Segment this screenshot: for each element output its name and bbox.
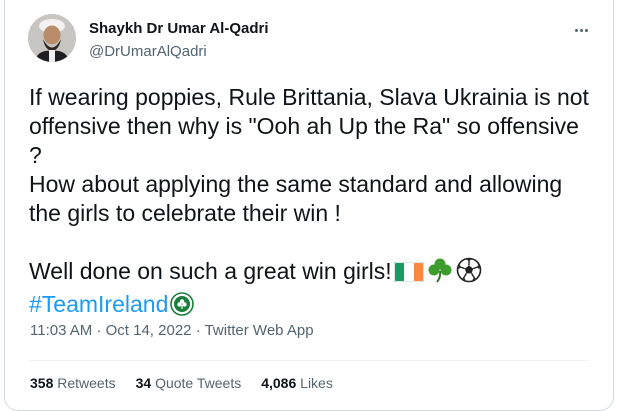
likes-count: 4,086	[261, 375, 297, 391]
meta-separator: ·	[195, 322, 201, 339]
likes-label: Likes	[300, 375, 333, 391]
meta-separator: ·	[96, 322, 102, 339]
tweet-date[interactable]: Oct 14, 2022	[106, 322, 192, 339]
shamrock-icon	[426, 257, 454, 290]
tweet-time[interactable]: 11:03 AM	[30, 322, 92, 339]
divider	[29, 360, 589, 361]
retweets-count: 358	[30, 375, 54, 391]
irish-flag-icon	[393, 261, 424, 290]
likes-stat[interactable]: 4,086 Likes	[261, 375, 333, 391]
tweet-line: #TeamIreland	[29, 290, 599, 323]
tweet-text: If wearing poppies, Rule Brittania, Slav…	[29, 83, 599, 323]
tweet-source[interactable]: Twitter Web App	[205, 322, 314, 339]
quote-tweets-count: 34	[135, 375, 152, 391]
tweet-line: If wearing poppies, Rule Brittania, Slav…	[29, 84, 589, 110]
tweet-line: the girls to celebrate their win !	[29, 200, 341, 226]
tweet-card: Shaykh Dr Umar Al-Qadri @DrUmarAlQadri I…	[4, 0, 614, 411]
tweet-line: offensive then why is "Ooh ah Up the Ra"…	[29, 113, 579, 139]
tweet-line: ?	[29, 142, 42, 168]
quote-tweets-stat[interactable]: 34 Quote Tweets	[136, 375, 242, 391]
retweets-stat[interactable]: 358 Retweets	[30, 375, 116, 391]
team-ireland-badge-icon	[170, 292, 195, 323]
avatar-image	[28, 14, 76, 62]
more-options-icon[interactable]	[571, 22, 591, 38]
retweets-label: Retweets	[57, 375, 116, 391]
tweet-line: Well done on such a great win girls!	[29, 258, 392, 284]
tweet-line-with-emojis: Well done on such a great win girls!	[29, 257, 599, 290]
author-name[interactable]: Shaykh Dr Umar Al-Qadri	[89, 20, 269, 37]
author-handle[interactable]: @DrUmarAlQadri	[89, 43, 207, 60]
avatar[interactable]	[28, 14, 76, 62]
quote-tweets-label: Quote Tweets	[155, 375, 242, 391]
tweet-meta: 11:03 AM · Oct 14, 2022 · Twitter Web Ap…	[30, 322, 314, 339]
soccer-ball-icon	[456, 257, 482, 290]
hashtag-link[interactable]: #TeamIreland	[29, 291, 168, 317]
tweet-line: How about applying the same standard and…	[29, 171, 563, 197]
tweet-stats: 358 Retweets 34 Quote Tweets 4,086 Likes	[30, 375, 333, 391]
line-break	[29, 228, 599, 257]
